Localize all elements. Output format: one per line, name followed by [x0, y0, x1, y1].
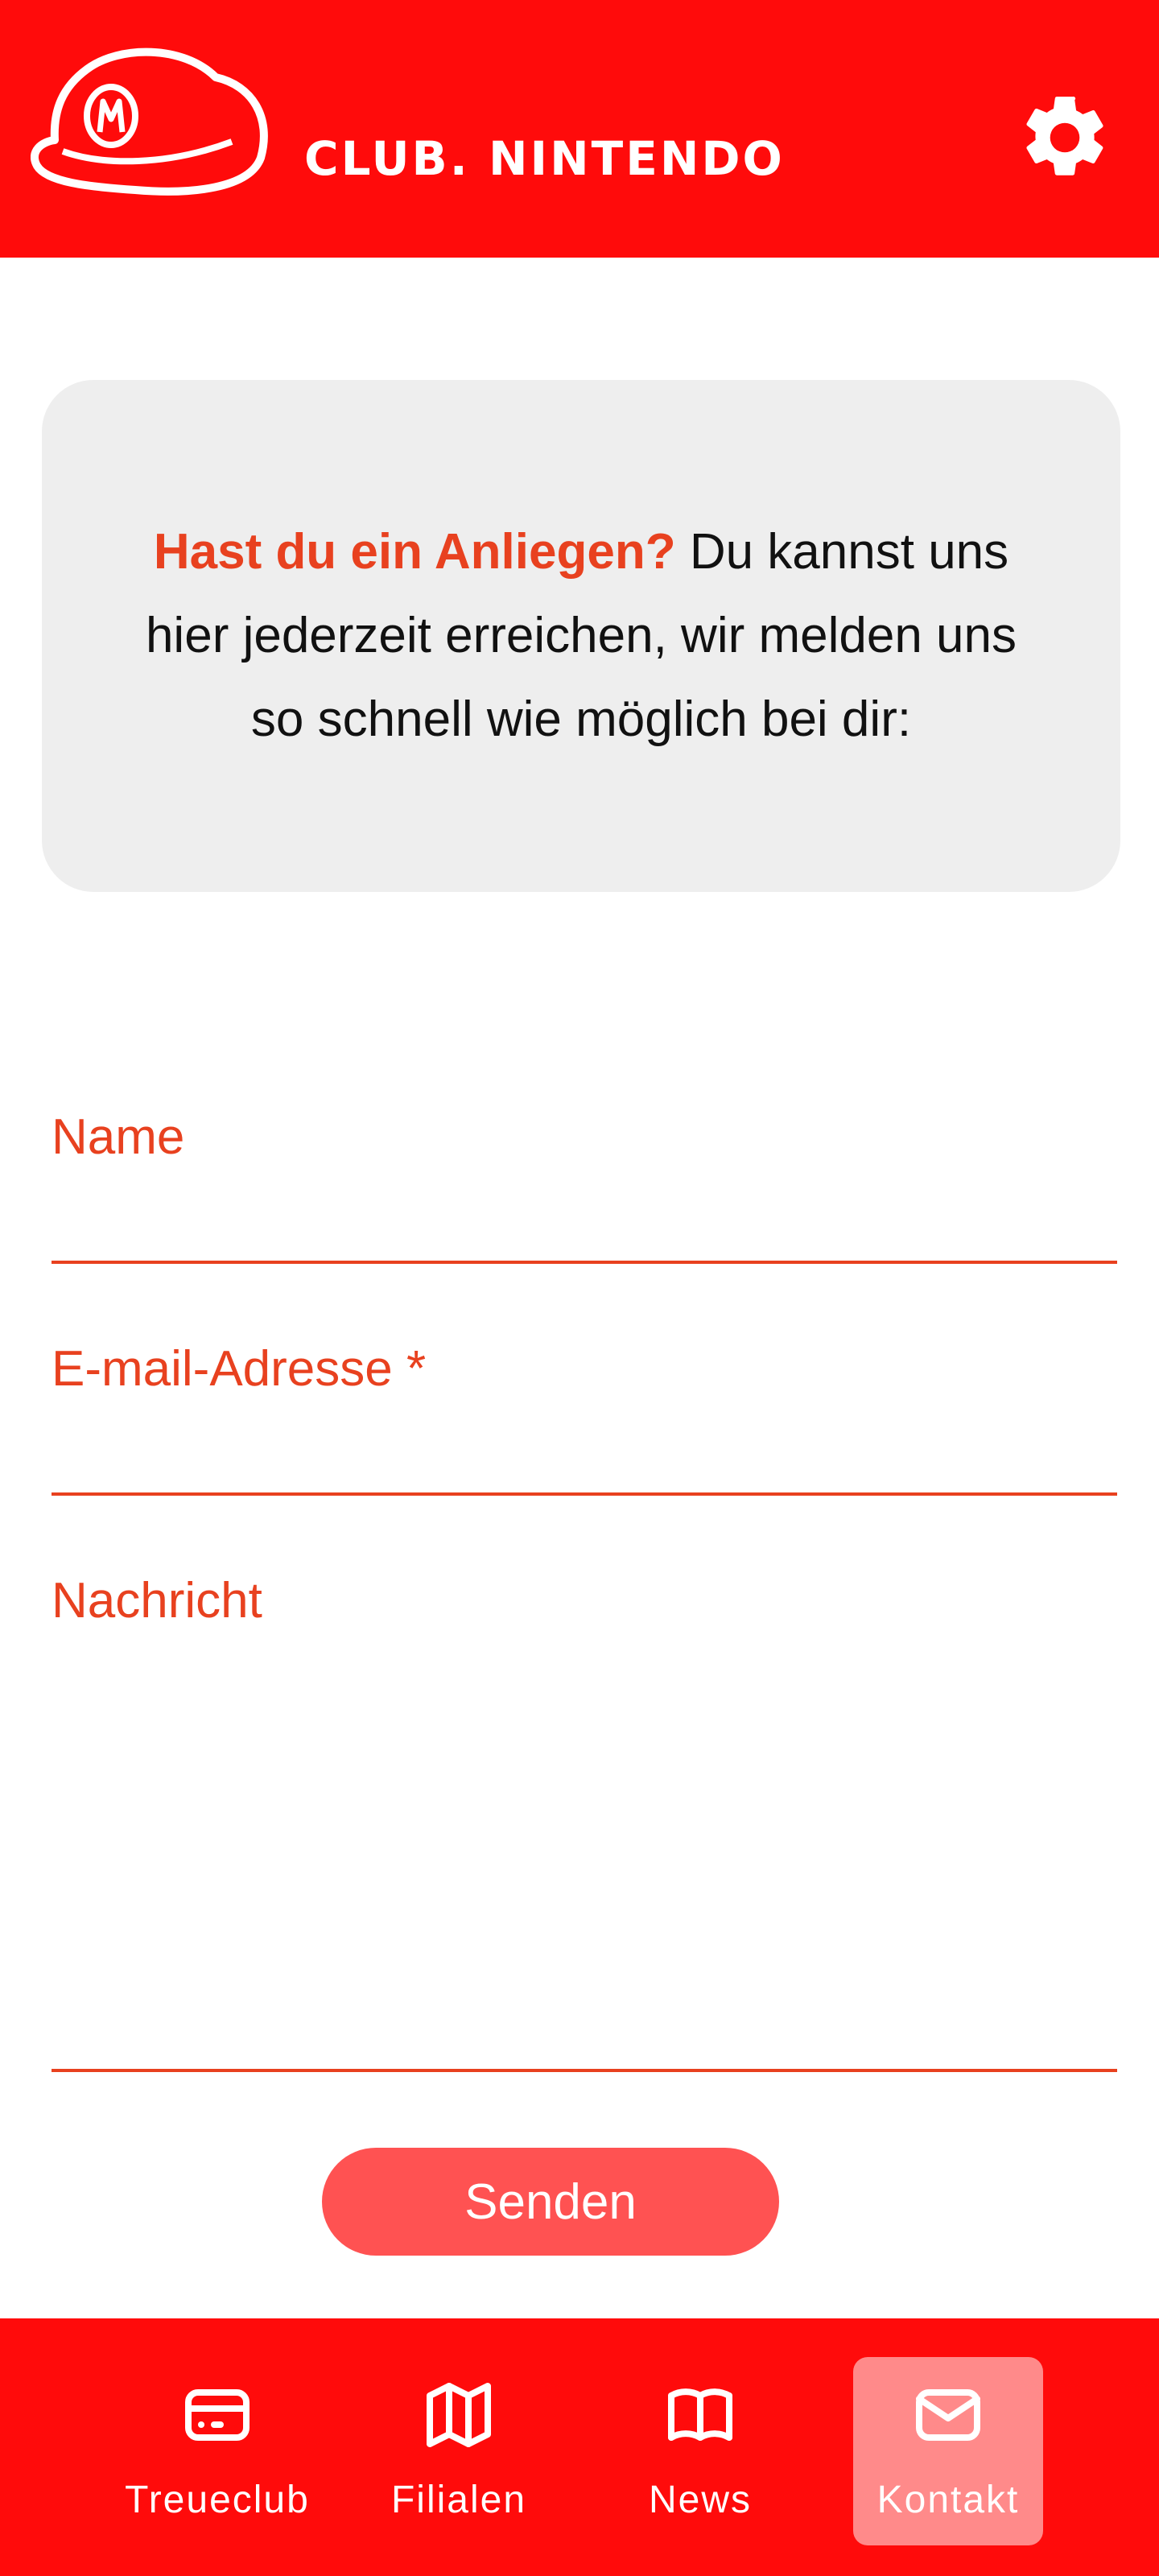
message-textarea[interactable] [52, 1650, 1117, 2053]
brand-title: CLUB. NINTENDO [304, 131, 785, 186]
info-card: Hast du ein Anliegen? Du kannst uns hier… [42, 380, 1120, 892]
name-input[interactable] [52, 1183, 1117, 1248]
nav-item-news[interactable]: News [605, 2357, 795, 2545]
map-icon [427, 2383, 491, 2447]
nav-item-kontakt[interactable]: Kontakt [853, 2357, 1043, 2545]
send-button[interactable]: Senden [322, 2148, 779, 2256]
message-underline [52, 2069, 1117, 2072]
nav-label-filialen: Filialen [390, 2479, 527, 2521]
nav-label-kontakt: Kontakt [876, 2479, 1020, 2521]
info-text: Hast du ein Anliegen? Du kannst uns hier… [114, 510, 1048, 762]
mail-icon [916, 2389, 980, 2441]
bottom-nav: Treueclub Filialen News Kontakt [0, 2318, 1159, 2576]
message-label: Nachricht [52, 1573, 262, 1629]
gear-icon[interactable] [1016, 89, 1114, 187]
email-input[interactable] [52, 1415, 1117, 1480]
email-underline [52, 1492, 1117, 1496]
book-icon [668, 2388, 732, 2441]
app-header: CLUB. NINTENDO [0, 0, 1159, 258]
mario-cap-icon [31, 47, 268, 196]
info-highlight: Hast du ein Anliegen? [153, 524, 676, 580]
nav-item-filialen[interactable]: Filialen [364, 2357, 554, 2545]
nav-item-treueclub[interactable]: Treueclub [122, 2357, 312, 2545]
card-icon [185, 2389, 250, 2441]
name-underline [52, 1261, 1117, 1264]
name-label: Name [52, 1109, 185, 1165]
nav-label-news: News [648, 2479, 753, 2521]
contact-page: CLUB. NINTENDO Hast du ein Anliegen? Du … [0, 0, 1159, 2576]
nav-label-treueclub: Treueclub [125, 2479, 310, 2521]
email-label: E-mail-Adresse * [52, 1341, 427, 1397]
